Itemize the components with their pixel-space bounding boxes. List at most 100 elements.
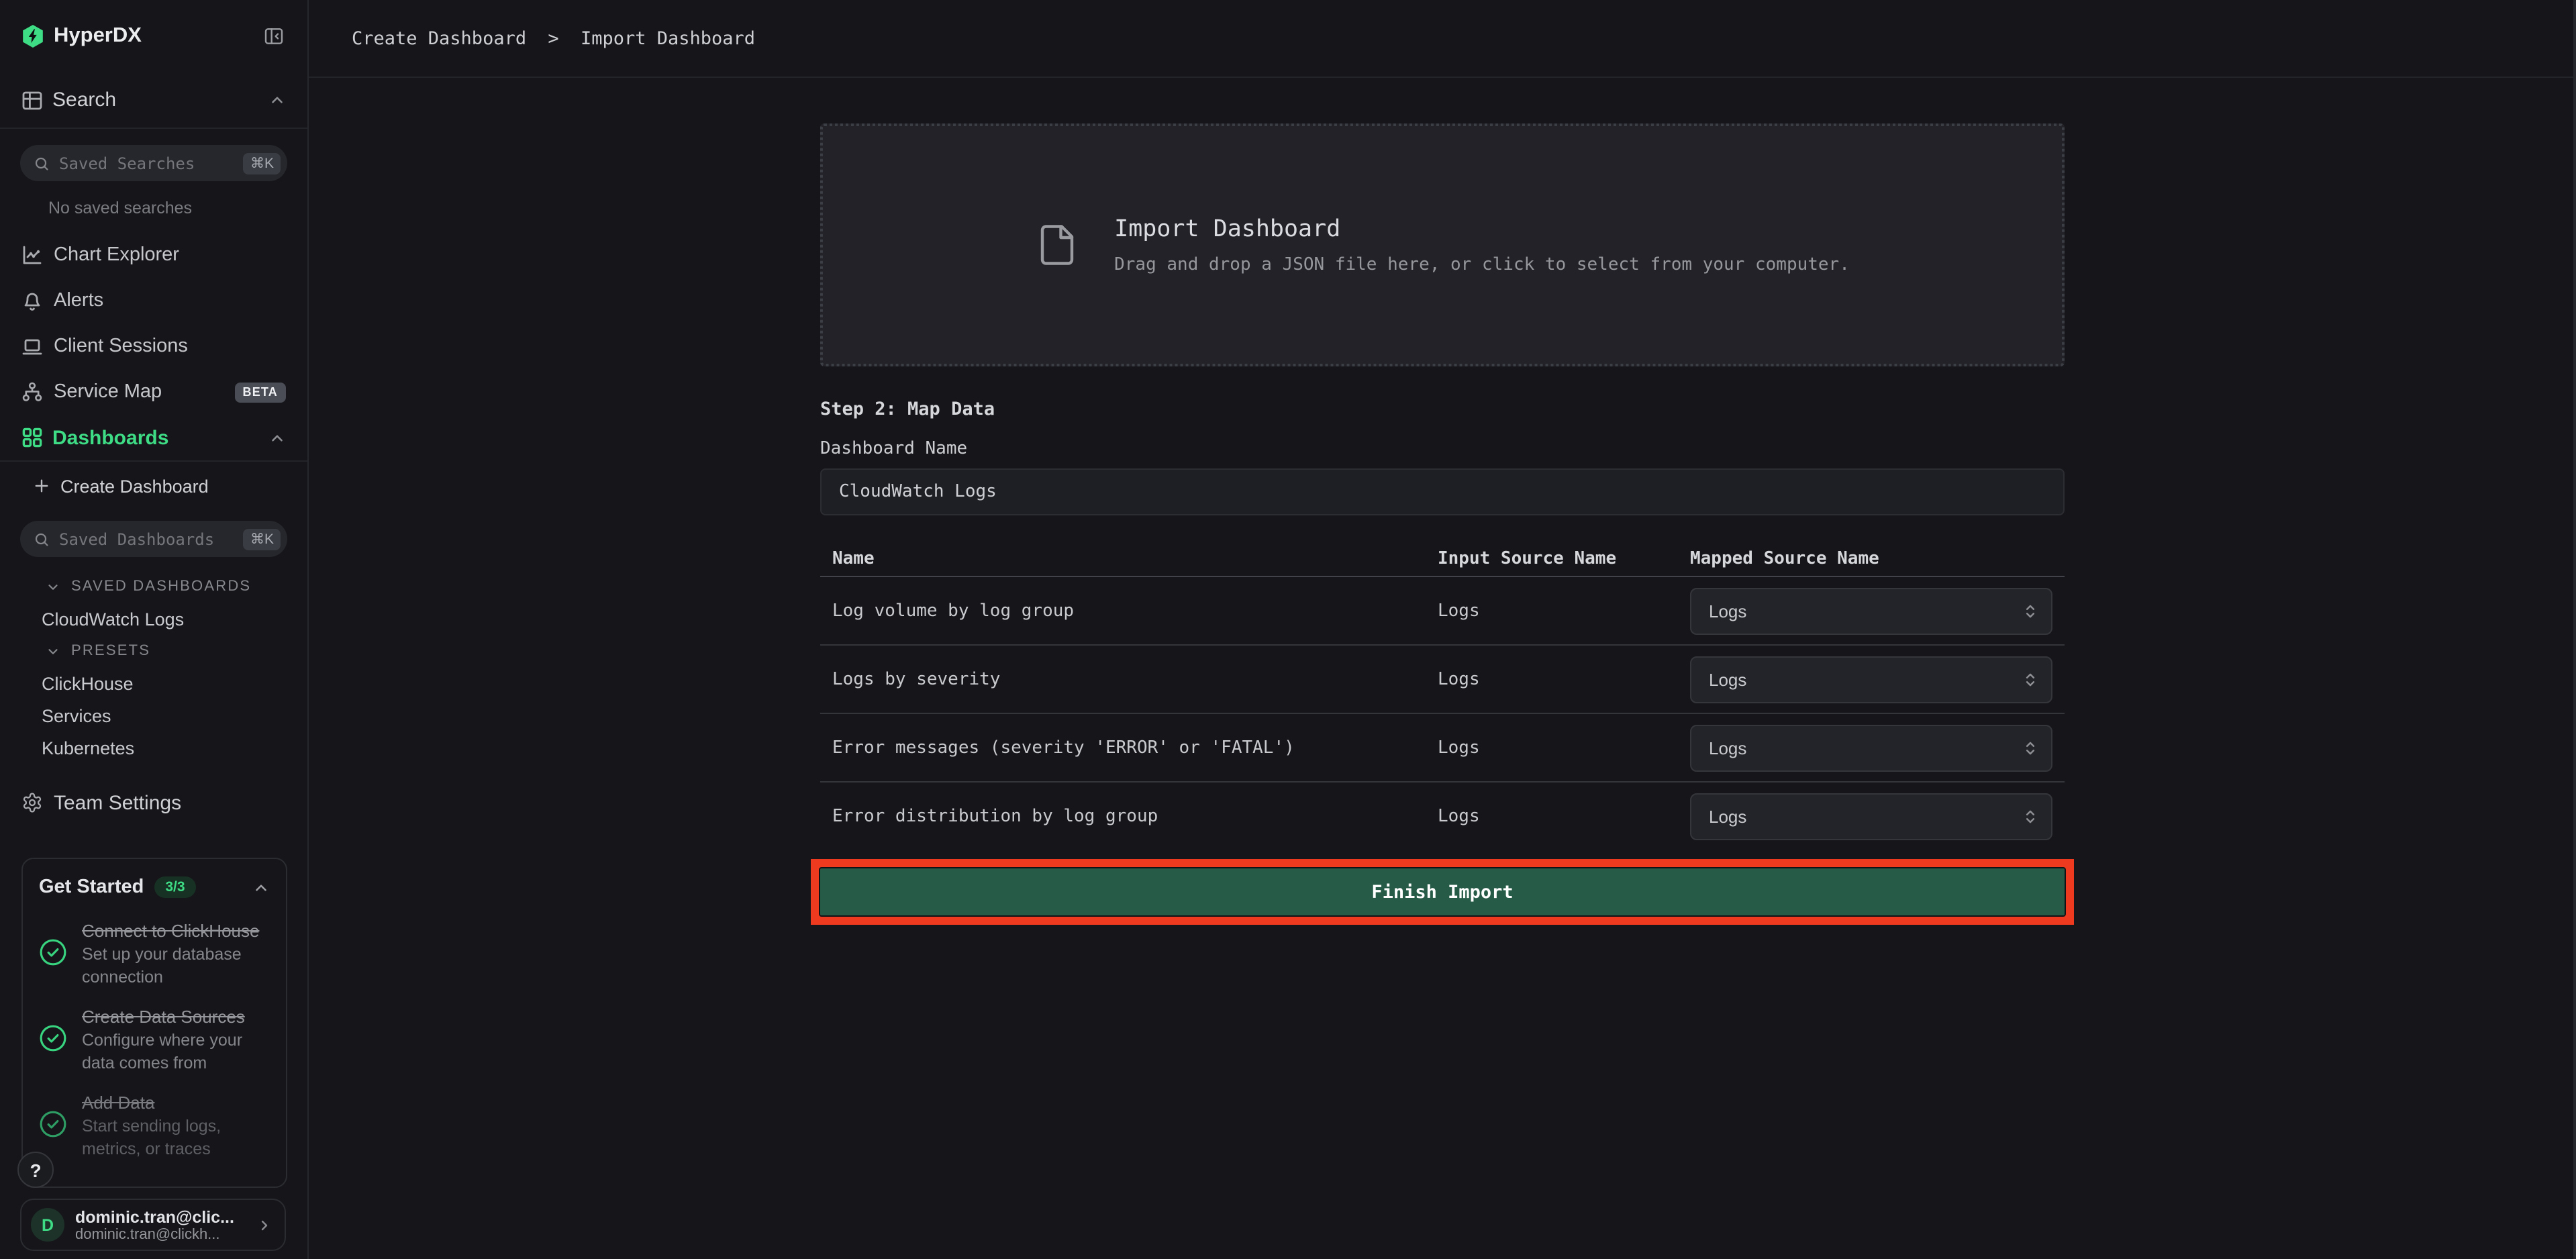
sidebar-item-service-map[interactable]: Service Map BETA bbox=[0, 369, 307, 415]
saved-dashboards-input[interactable]: Saved Dashboards ⌘K bbox=[20, 521, 287, 557]
input-source-value: Logs bbox=[1438, 601, 1690, 621]
chevron-right-icon bbox=[256, 1217, 273, 1233]
sidebar: HyperDX Search Saved Searches ⌘K No save… bbox=[0, 0, 309, 1259]
file-icon bbox=[1035, 217, 1079, 272]
sidebar-item-team-settings[interactable]: Team Settings bbox=[0, 784, 307, 821]
get-started-header[interactable]: Get Started 3/3 bbox=[39, 872, 270, 902]
sidebar-item-clickhouse[interactable]: ClickHouse bbox=[0, 667, 307, 699]
divider bbox=[0, 460, 307, 462]
sidebar-item-services[interactable]: Services bbox=[0, 699, 307, 732]
create-dashboard-button[interactable]: Create Dashboard bbox=[0, 467, 307, 505]
onboarding-step-subtitle: Set up your database connection bbox=[82, 944, 270, 988]
chevron-up-icon bbox=[268, 91, 286, 109]
column-mapped-source: Mapped Source Name bbox=[1690, 548, 2065, 568]
sidebar-item-client-sessions[interactable]: Client Sessions bbox=[0, 323, 307, 369]
selected-option: Logs bbox=[1709, 669, 2022, 689]
gear-icon bbox=[21, 792, 43, 813]
table-row: Error distribution by log group Logs Log… bbox=[820, 783, 2065, 851]
saved-dashboards-placeholder: Saved Dashboards bbox=[59, 530, 244, 548]
select-chevrons-icon bbox=[2022, 739, 2039, 756]
user-email: dominic.tran@clickh... bbox=[75, 1226, 256, 1242]
bell-icon bbox=[21, 290, 43, 311]
sidebar-item-alerts[interactable]: Alerts bbox=[0, 278, 307, 323]
sidebar-item-label: Dashboards bbox=[52, 426, 268, 449]
sidebar-item-label: Search bbox=[52, 89, 268, 111]
mapping-table: Name Input Source Name Mapped Source Nam… bbox=[820, 541, 2065, 851]
scrollbar[interactable] bbox=[2573, 0, 2576, 1259]
table-header: Name Input Source Name Mapped Source Nam… bbox=[820, 541, 2065, 577]
shortcut-badge: ⌘K bbox=[244, 152, 281, 174]
import-panel: Import Dashboard Drag and drop a JSON fi… bbox=[820, 123, 2065, 925]
saved-searches-input[interactable]: Saved Searches ⌘K bbox=[20, 145, 287, 181]
input-source-value: Logs bbox=[1438, 738, 1690, 758]
group-presets[interactable]: PRESETS bbox=[0, 635, 307, 667]
team-settings-label: Team Settings bbox=[54, 791, 181, 814]
avatar: D bbox=[31, 1208, 64, 1242]
dashboard-link-label: Services bbox=[42, 705, 111, 725]
dashboard-name-input[interactable]: CloudWatch Logs bbox=[820, 468, 2065, 515]
help-button[interactable]: ? bbox=[17, 1152, 54, 1188]
chevron-up-icon bbox=[252, 878, 270, 896]
selected-option: Logs bbox=[1709, 738, 2022, 758]
dashboards-icon bbox=[21, 427, 43, 448]
onboarding-step-connect[interactable]: Connect to ClickHouse Set up your databa… bbox=[39, 919, 270, 988]
dropzone-text: Import Dashboard Drag and drop a JSON fi… bbox=[1114, 215, 1850, 274]
search-icon bbox=[34, 531, 50, 547]
table-row: Log volume by log group Logs Logs bbox=[820, 577, 2065, 646]
chart-name: Logs by severity bbox=[832, 669, 1438, 689]
selected-option: Logs bbox=[1709, 601, 2022, 621]
sidebar-item-search[interactable]: Search bbox=[0, 72, 307, 129]
select-chevrons-icon bbox=[2022, 808, 2039, 825]
breadcrumb-separator: > bbox=[548, 28, 558, 49]
onboarding-step-title: Add Data bbox=[82, 1091, 270, 1114]
onboarding-step-sources[interactable]: Create Data Sources Configure where your… bbox=[39, 1005, 270, 1074]
mapped-source-select[interactable]: Logs bbox=[1690, 587, 2052, 634]
collapse-sidebar-icon[interactable] bbox=[262, 26, 286, 47]
dashboard-link-label: ClickHouse bbox=[42, 673, 134, 693]
onboarding-step-text: Add Data Start sending logs, metrics, or… bbox=[82, 1091, 270, 1160]
logo-row: HyperDX bbox=[0, 0, 307, 72]
finish-import-button[interactable]: Finish Import bbox=[820, 868, 2065, 915]
plus-icon bbox=[34, 478, 50, 494]
mapped-source-select[interactable]: Logs bbox=[1690, 656, 2052, 703]
saved-searches-placeholder: Saved Searches bbox=[59, 154, 244, 172]
selected-option: Logs bbox=[1709, 807, 2022, 827]
sidebar-item-cloudwatch-logs[interactable]: CloudWatch Logs bbox=[0, 603, 307, 635]
progress-badge: 3/3 bbox=[154, 876, 195, 898]
column-name: Name bbox=[832, 548, 1438, 568]
input-source-value: Logs bbox=[1438, 669, 1690, 689]
mapped-source-select[interactable]: Logs bbox=[1690, 724, 2052, 771]
chevron-down-icon bbox=[46, 579, 60, 594]
help-label: ? bbox=[30, 1159, 41, 1180]
sidebar-item-kubernetes[interactable]: Kubernetes bbox=[0, 732, 307, 764]
group-saved-dashboards[interactable]: SAVED DASHBOARDS bbox=[0, 570, 307, 603]
sidebar-item-chart-explorer[interactable]: Chart Explorer bbox=[0, 232, 307, 278]
import-dropzone[interactable]: Import Dashboard Drag and drop a JSON fi… bbox=[820, 123, 2065, 366]
check-circle-icon bbox=[39, 938, 67, 966]
onboarding-step-text: Create Data Sources Configure where your… bbox=[82, 1005, 270, 1074]
onboarding-step-title: Connect to ClickHouse bbox=[82, 919, 270, 942]
laptop-icon bbox=[21, 336, 43, 357]
sidebar-item-label: Service Map bbox=[54, 381, 235, 403]
search-icon bbox=[34, 155, 50, 171]
mapped-source-select[interactable]: Logs bbox=[1690, 793, 2052, 840]
user-name: dominic.tran@clic... bbox=[75, 1207, 256, 1226]
app-title: HyperDX bbox=[54, 24, 262, 48]
onboarding-step-subtitle: Start sending logs, metrics, or traces bbox=[82, 1115, 270, 1160]
onboarding-step-add-data[interactable]: Add Data Start sending logs, metrics, or… bbox=[39, 1091, 270, 1160]
breadcrumb-create-dashboard[interactable]: Create Dashboard bbox=[352, 28, 526, 49]
chart-name: Log volume by log group bbox=[832, 601, 1438, 621]
check-circle-icon bbox=[39, 1024, 67, 1052]
shortcut-badge: ⌘K bbox=[244, 528, 281, 550]
group-label: PRESETS bbox=[71, 643, 150, 659]
dashboard-name-value: CloudWatch Logs bbox=[839, 482, 997, 502]
group-label: SAVED DASHBOARDS bbox=[71, 578, 251, 595]
sidebar-item-dashboards[interactable]: Dashboards bbox=[0, 415, 307, 460]
chart-name: Error distribution by log group bbox=[832, 807, 1438, 827]
main-area: Create Dashboard > Import Dashboard Impo… bbox=[309, 0, 2576, 1259]
table-row: Error messages (severity 'ERROR' or 'FAT… bbox=[820, 714, 2065, 783]
app-window: HyperDX Search Saved Searches ⌘K No save… bbox=[0, 0, 2576, 1259]
breadcrumb-import-dashboard: Import Dashboard bbox=[581, 28, 755, 49]
user-menu[interactable]: D dominic.tran@clic... dominic.tran@clic… bbox=[20, 1199, 286, 1251]
search-page-icon bbox=[21, 89, 43, 111]
